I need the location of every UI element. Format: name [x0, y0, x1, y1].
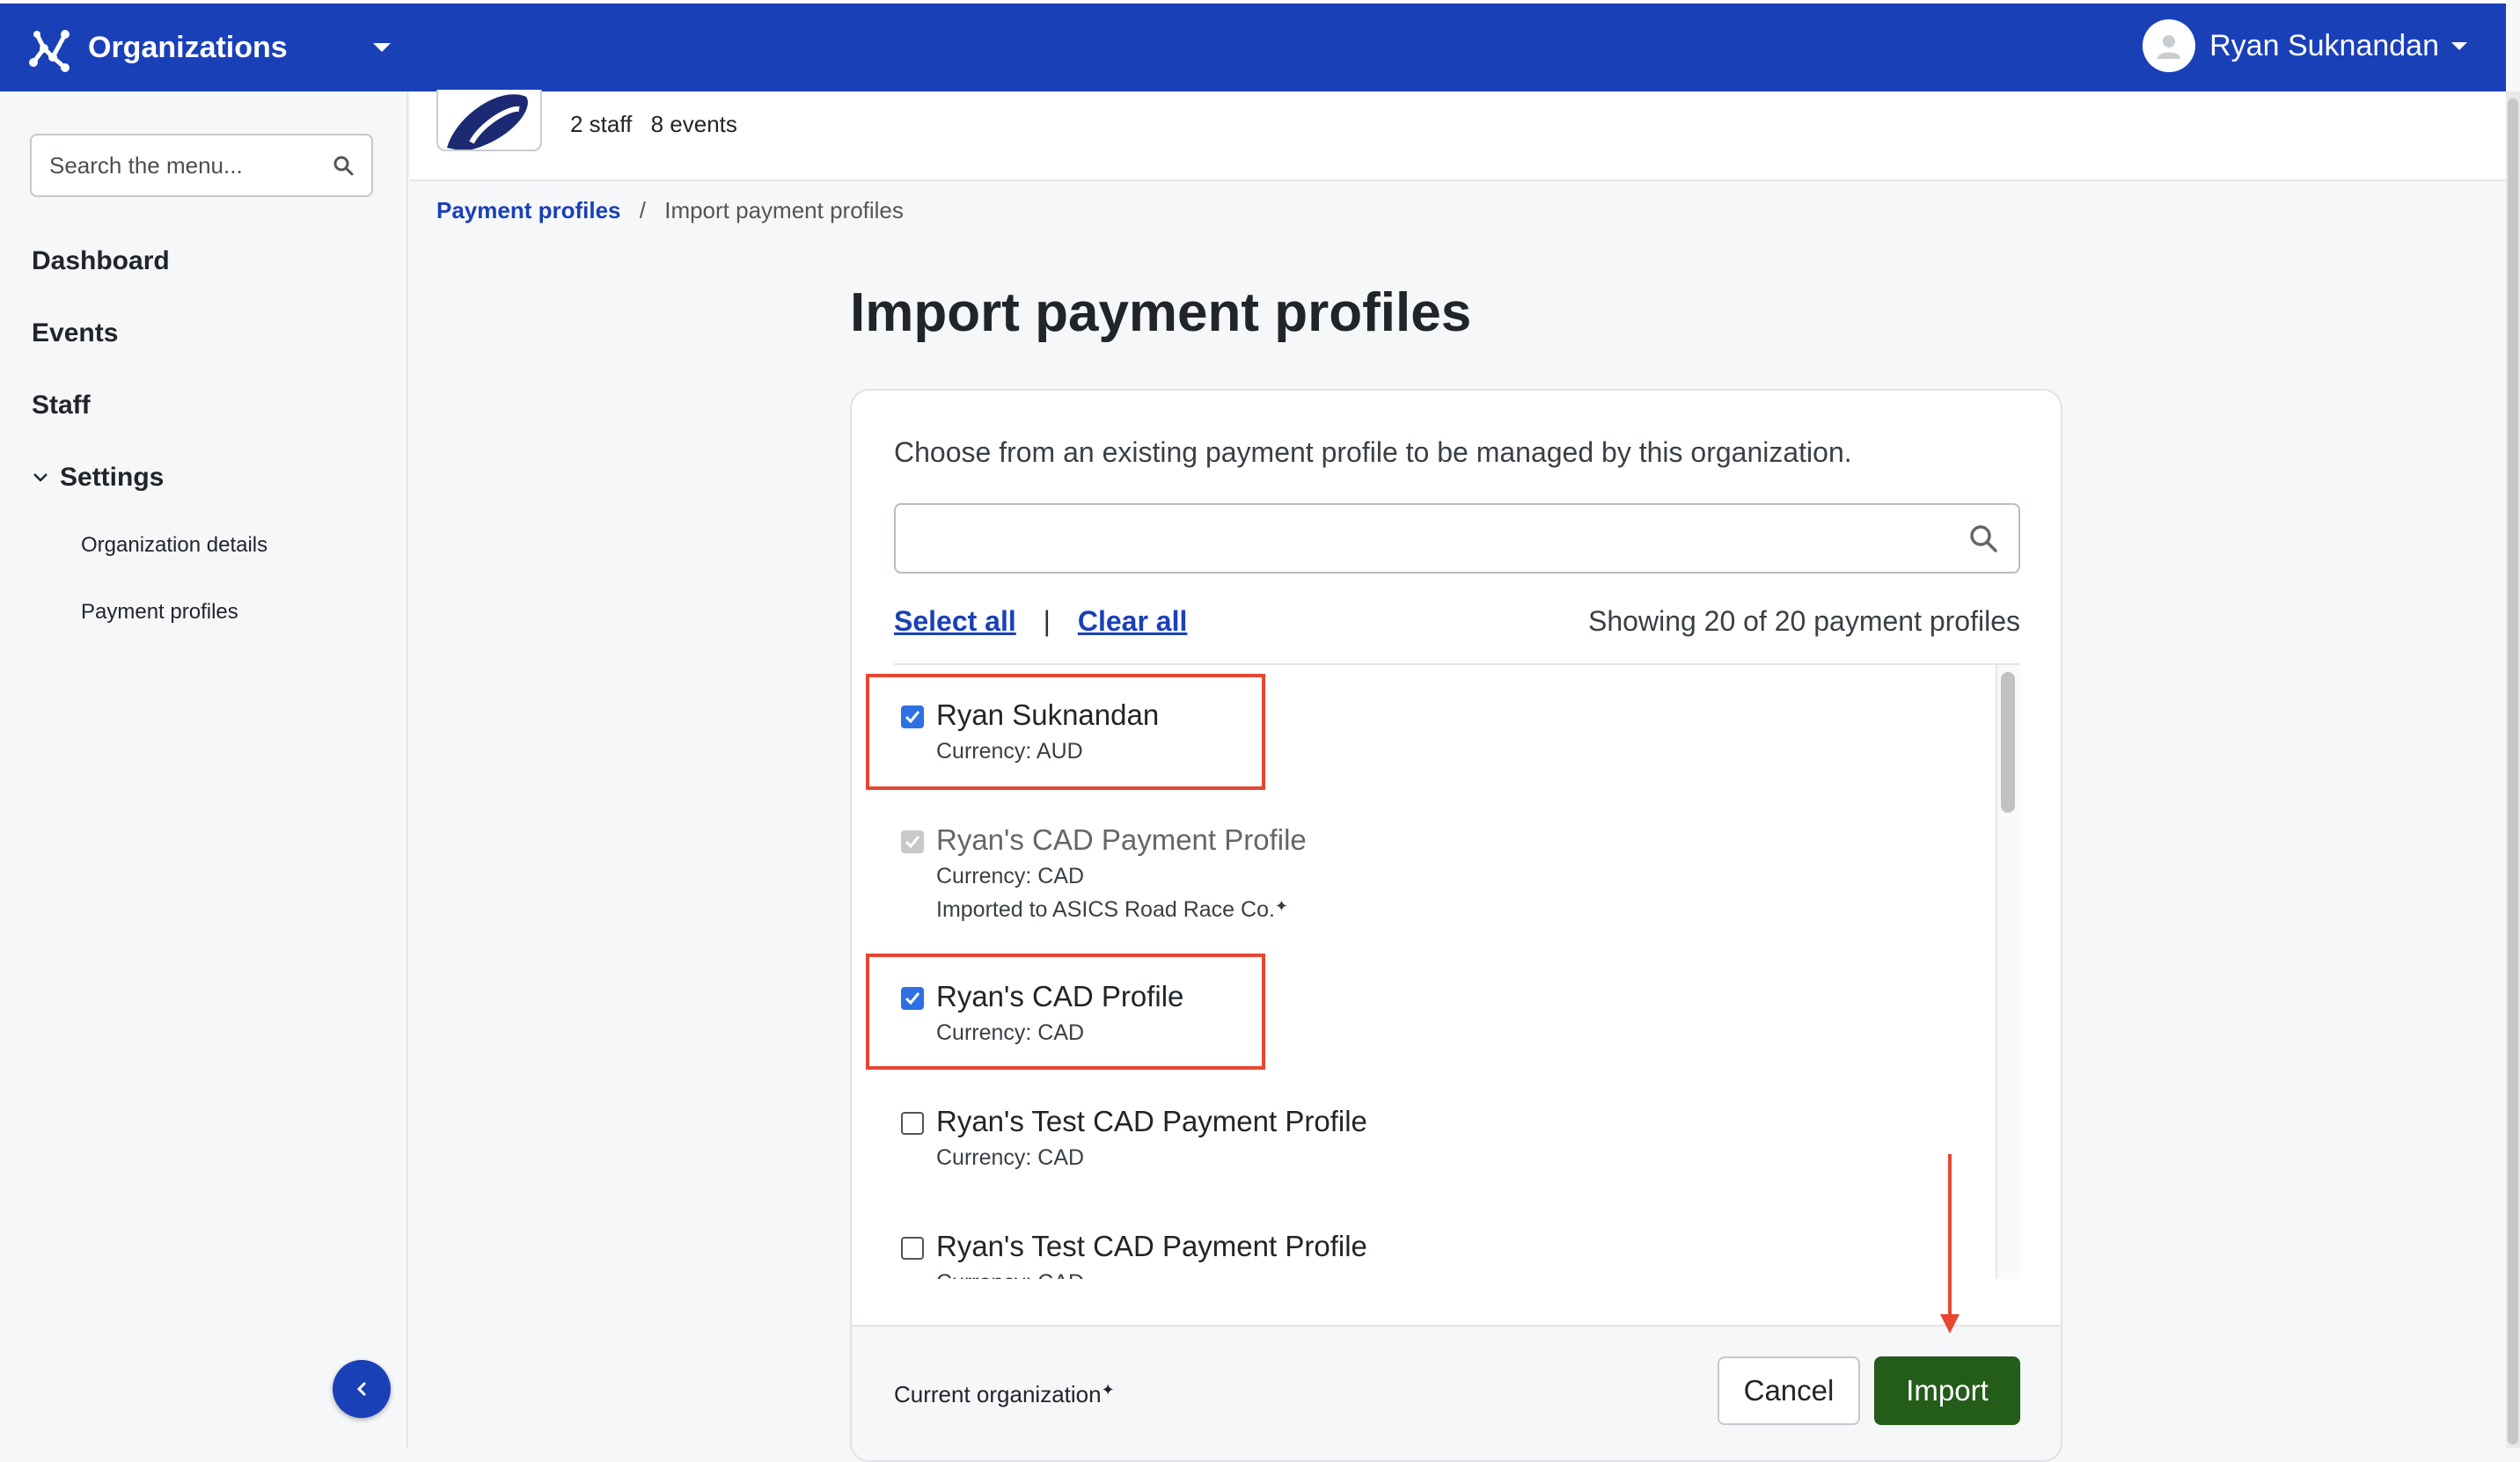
- card-footer: Current organization✦ Cancel Import: [852, 1325, 2061, 1460]
- sidebar: Search the menu... Dashboard Events Staf…: [0, 91, 408, 1448]
- results-count: Showing 20 of 20 payment profiles: [1588, 605, 2020, 637]
- sidebar-item-events[interactable]: Events: [32, 318, 118, 348]
- card-description: Choose from an existing payment profile …: [894, 436, 1852, 468]
- select-all-link[interactable]: Select all: [894, 605, 1016, 637]
- annotation-highlight-box: [866, 954, 1265, 1070]
- list-item[interactable]: Ryan's Test CAD Payment Profile Currency…: [894, 1105, 1985, 1202]
- cancel-button[interactable]: Cancel: [1718, 1356, 1860, 1425]
- profile-name: Ryan's Test CAD Payment Profile: [936, 1230, 1367, 1262]
- organization-stats: 2 staff 8 events: [570, 111, 750, 138]
- breadcrumb-current: Import payment profiles: [664, 197, 904, 223]
- profile-currency: Currency: CAD: [936, 864, 1085, 888]
- breadcrumb: Payment profiles / Import payment profil…: [436, 197, 904, 224]
- profile-search-input[interactable]: [894, 503, 2020, 574]
- page-scrollbar[interactable]: [2506, 91, 2520, 1448]
- annotation-highlight-box: [866, 674, 1265, 790]
- chevron-down-icon: [33, 473, 48, 482]
- breadcrumb-separator: /: [639, 197, 646, 223]
- annotation-arrow: [1948, 1154, 1952, 1314]
- sidebar-item-dashboard[interactable]: Dashboard: [32, 246, 170, 276]
- import-card: Choose from an existing payment profile …: [850, 389, 2062, 1462]
- staff-count: 2 staff: [570, 111, 633, 137]
- profile-currency: Currency: CAD: [936, 1270, 1084, 1279]
- user-icon: [2157, 35, 2181, 59]
- profile-name: Ryan's Test CAD Payment Profile: [936, 1105, 1367, 1137]
- sidebar-item-settings[interactable]: Settings: [32, 463, 164, 493]
- user-menu[interactable]: Ryan Suknandan: [2143, 19, 2467, 72]
- sparkle-icon: ✦: [1101, 1381, 1115, 1399]
- org-switcher[interactable]: Organizations: [26, 22, 391, 73]
- import-button[interactable]: Import: [1874, 1356, 2020, 1425]
- selection-controls: Select all | Clear all Showing 20 of 20 …: [894, 605, 2020, 638]
- brand-label: Organizations: [88, 30, 288, 64]
- organizations-logo-icon: [29, 30, 70, 72]
- search-icon: [333, 156, 354, 176]
- menu-search-placeholder: Search the menu...: [49, 151, 243, 179]
- clear-all-link[interactable]: Clear all: [1078, 605, 1188, 637]
- search-icon: [1970, 525, 1997, 552]
- organization-logo: [436, 90, 542, 151]
- page-title: Import payment profiles: [850, 282, 1472, 343]
- sparkle-icon: ✦: [1274, 897, 1289, 915]
- breadcrumb-payment-profiles-link[interactable]: Payment profiles: [436, 197, 621, 223]
- list-item: Ryan's CAD Payment Profile Currency: CAD…: [894, 823, 1985, 938]
- list-scrollbar-thumb[interactable]: [2001, 672, 2015, 813]
- page-scrollbar-thumb[interactable]: [2508, 99, 2518, 1444]
- link-divider: |: [1043, 605, 1051, 637]
- checkbox-disabled: [901, 830, 924, 853]
- profile-imported-note: Imported to ASICS Road Race Co.✦: [936, 897, 1288, 923]
- profile-name: Ryan's CAD Payment Profile: [936, 823, 1307, 856]
- events-count: 8 events: [650, 111, 737, 137]
- imported-note-text: Imported to ASICS Road Race Co.: [936, 897, 1275, 922]
- user-name: Ryan Suknandan: [2209, 28, 2439, 62]
- footer-note-text: Current organization: [894, 1381, 1102, 1407]
- collapse-sidebar-button[interactable]: [333, 1360, 391, 1418]
- profile-currency: Currency: CAD: [936, 1145, 1085, 1170]
- organization-logo-icon: [447, 94, 528, 150]
- sidebar-item-payment-profiles[interactable]: Payment profiles: [81, 600, 238, 625]
- current-organization-note: Current organization✦: [894, 1381, 1115, 1408]
- menu-search-input[interactable]: Search the menu...: [30, 134, 373, 197]
- sidebar-item-organization-details[interactable]: Organization details: [81, 533, 267, 558]
- annotation-arrow-head: [1940, 1314, 1960, 1334]
- chevron-down-icon: [2451, 41, 2467, 50]
- sidebar-item-label: Settings: [60, 463, 165, 492]
- organization-header: 2 staff 8 events: [410, 90, 2506, 181]
- avatar: [2143, 19, 2196, 72]
- checkbox-unchecked[interactable]: [901, 1237, 924, 1260]
- top-nav-bar: Organizations Ryan Suknandan: [0, 0, 2506, 91]
- chevron-down-icon: [373, 43, 391, 52]
- check-icon: [905, 836, 920, 849]
- list-item[interactable]: Ryan's Test CAD Payment Profile Currency…: [894, 1230, 1985, 1279]
- sidebar-item-staff[interactable]: Staff: [32, 391, 91, 420]
- chevron-left-icon: [356, 1382, 366, 1396]
- list-scrollbar[interactable]: [1996, 665, 2020, 1279]
- checkbox-unchecked[interactable]: [901, 1112, 924, 1135]
